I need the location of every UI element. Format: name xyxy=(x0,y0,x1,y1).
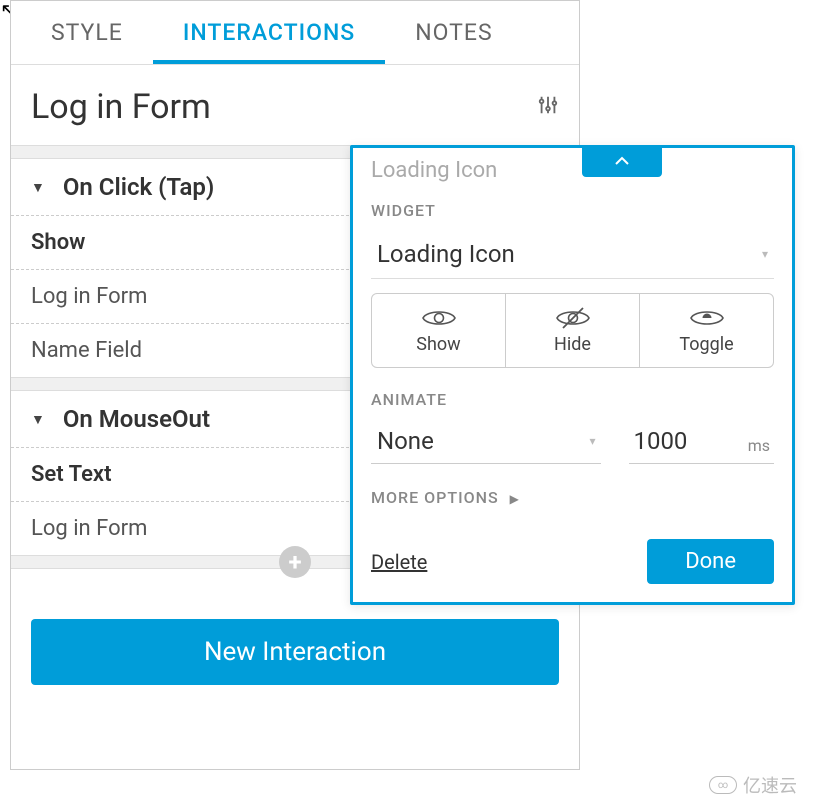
widget-dropdown[interactable]: Loading Icon ▾ xyxy=(371,230,774,279)
caret-right-icon: ▶ xyxy=(510,492,520,506)
trigger-label: On MouseOut xyxy=(63,405,210,433)
duration-unit: ms xyxy=(748,436,770,455)
tab-style[interactable]: STYLE xyxy=(21,1,153,64)
done-button[interactable]: Done xyxy=(647,539,774,584)
popup-footer: Delete Done xyxy=(353,517,792,602)
watermark-text: 亿速云 xyxy=(743,772,797,798)
chevron-down-icon: ▾ xyxy=(762,247,768,261)
watermark-icon: ∞ xyxy=(709,776,737,794)
more-options-label: MORE OPTIONS xyxy=(371,488,499,507)
trigger-label: On Click (Tap) xyxy=(63,173,214,201)
visibility-show-button[interactable]: Show xyxy=(372,294,506,367)
tab-notes[interactable]: NOTES xyxy=(385,1,522,64)
visibility-button-group: Show Hide Toggle xyxy=(371,293,774,368)
eye-slash-icon xyxy=(555,306,591,330)
animate-dropdown[interactable]: None ▾ xyxy=(371,419,601,464)
more-options-toggle[interactable]: MORE OPTIONS ▶ xyxy=(353,472,792,517)
eye-half-icon xyxy=(689,306,725,330)
animate-value: None xyxy=(377,427,434,455)
duration-value: 1000 xyxy=(633,427,741,455)
collapse-triangle-icon: ▼ xyxy=(31,179,45,196)
panel-title: Log in Form xyxy=(31,87,211,127)
visibility-toggle-label: Toggle xyxy=(640,334,773,355)
visibility-hide-button[interactable]: Hide xyxy=(506,294,640,367)
add-action-button[interactable]: + xyxy=(279,546,311,578)
popup-header: Loading Icon xyxy=(353,148,792,187)
duration-input[interactable]: 1000 ms xyxy=(629,419,774,464)
settings-sliders-icon[interactable] xyxy=(537,94,559,120)
action-config-popup: Loading Icon WIDGET Loading Icon ▾ Show … xyxy=(350,145,795,605)
animate-row: None ▾ 1000 ms xyxy=(371,419,774,464)
chevron-down-icon: ▾ xyxy=(589,434,595,448)
collapse-popup-tab[interactable] xyxy=(582,145,662,177)
eye-icon xyxy=(421,306,457,330)
visibility-show-label: Show xyxy=(372,334,505,355)
tab-bar: STYLE INTERACTIONS NOTES xyxy=(11,1,579,65)
panel-header: Log in Form xyxy=(11,65,579,145)
widget-value: Loading Icon xyxy=(377,240,515,268)
animate-section-label: ANIMATE xyxy=(353,376,792,415)
watermark: ∞ 亿速云 xyxy=(709,772,797,798)
tab-interactions[interactable]: INTERACTIONS xyxy=(153,1,385,64)
new-interaction-button[interactable]: New Interaction xyxy=(31,619,559,685)
visibility-toggle-button[interactable]: Toggle xyxy=(640,294,773,367)
collapse-triangle-icon: ▼ xyxy=(31,411,45,428)
visibility-hide-label: Hide xyxy=(506,334,639,355)
widget-section-label: WIDGET xyxy=(353,187,792,226)
popup-header-hint: Loading Icon xyxy=(371,158,497,183)
delete-link[interactable]: Delete xyxy=(371,550,427,574)
